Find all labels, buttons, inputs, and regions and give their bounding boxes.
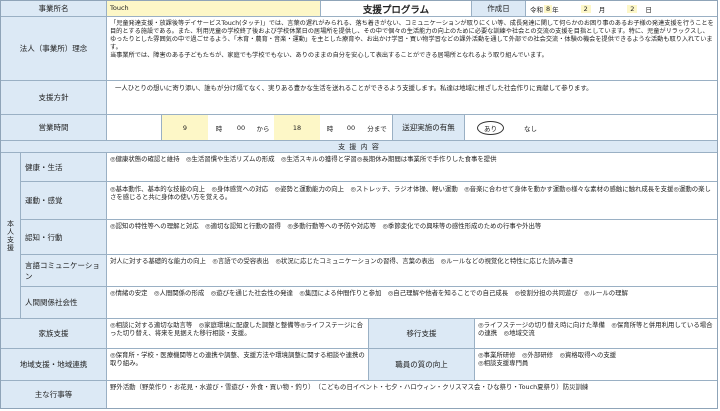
support-item-social: 人間関係社会性 ◎情緒の安定 ◎人間関係の形成 ◎遊びを通じた社会性の発達 ◎集… (21, 287, 717, 319)
year-unit: 年 (552, 5, 559, 14)
created-date: 令和 8 年 2 月 2 日 (526, 1, 717, 16)
hours-label: 営業時間 (1, 115, 107, 140)
transport-yes-option[interactable]: あり (477, 120, 504, 135)
support-item-label: 言語コミュニケーション (21, 255, 107, 286)
support-header: 支 援 内 容 (1, 141, 717, 153)
community-row: 地域支援・地域連携 ◎保育所・学校・医療機関等との連携や調整、支援方法や環境調整… (1, 349, 717, 381)
transport-label: 送迎実施の有無 (393, 115, 465, 140)
hours-row: 営業時間 9 時 00 から 18 時 00 分まで 送迎実施の有無 あり なし (1, 115, 717, 141)
support-item-motor: 運動・感覚 ◎基本動作、基本的な技能の向上 ◎身体感覚への対応 ◎姿勢と運動能力… (21, 182, 717, 220)
end-minute[interactable]: 00 (340, 115, 362, 140)
support-item-label: 健康・生活 (21, 153, 107, 181)
transition-text[interactable]: ◎ライフステージの切り替え時に向けた準備 ◎保育所等と併用利用している場合の連携… (475, 319, 717, 348)
created-label: 作成日 (472, 1, 526, 16)
office-name[interactable]: Touch (107, 1, 321, 16)
from-label: から (256, 124, 270, 133)
month-value[interactable]: 2 (580, 4, 591, 13)
hour-unit-2: 時 (326, 124, 334, 133)
family-row: 家族支援 ◎相談に対する適切な助言等 ◎家庭環境に配慮した調整と整備等◎ライフス… (1, 319, 717, 349)
support-item-text[interactable]: ◎情緒の安定 ◎人間関係の形成 ◎遊びを通じた社会性の発達 ◎集団による仲間作り… (107, 287, 717, 318)
support-item-text[interactable]: 対人に対する基礎的な能力の向上 ◎言語での受容表出 ◎状況に応じたコミュニケーシ… (107, 255, 717, 286)
support-item-label: 人間関係社会性 (21, 287, 107, 318)
start-hour[interactable]: 9 (162, 115, 208, 140)
hours-spacer (107, 115, 162, 140)
year-value[interactable]: 8 (544, 4, 553, 13)
support-item-label: 認知・行動 (21, 220, 107, 254)
transition-label: 移行支援 (369, 319, 475, 348)
support-item-language: 言語コミュニケーション 対人に対する基礎的な能力の向上 ◎言語での受容表出 ◎状… (21, 255, 717, 287)
policy-text[interactable]: 一人ひとりの想いに寄り添い、誰もが分け隔てなく、実りある豊かな生活を送れることが… (107, 81, 717, 114)
day-value[interactable]: 2 (627, 4, 638, 13)
family-label: 家族支援 (1, 319, 107, 348)
events-label: 主な行事等 (1, 381, 107, 408)
support-item-cognition: 認知・行動 ◎認知の特性等への理解と対応 ◎適切な認知と行動の習得 ◎多動行動等… (21, 220, 717, 255)
policy-row: 支援方針 一人ひとりの想いに寄り添い、誰もが分け隔てなく、実りある豊かな生活を送… (1, 81, 717, 115)
philosophy-text[interactable]: 「児童発達支援・放課後等デイサービスTouch(タッチ)」では、言葉の遅れがみら… (107, 17, 717, 80)
philosophy-row: 法人（事業所）理念 「児童発達支援・放課後等デイサービスTouch(タッチ)」で… (1, 17, 717, 81)
support-item-text[interactable]: ◎基本動作、基本的な技能の向上 ◎身体感覚への対応 ◎姿勢と運動能力の向上 ◎ス… (107, 182, 717, 219)
events-row: 主な行事等 野外活動（野菜作り・お花見・水遊び・雪遊び・外食・買い物・釣り） （… (1, 381, 717, 408)
until-label: 分まで (362, 115, 393, 140)
transport-no-option[interactable]: なし (524, 123, 537, 133)
page-title: 支援プログラム (321, 1, 472, 16)
start-minute[interactable]: 00 (230, 115, 252, 140)
staff-label: 職員の質の向上 (369, 349, 475, 380)
office-label: 事業所名 (1, 1, 107, 16)
hour-unit-1: 時 (215, 124, 223, 133)
individual-support-label: 本人支援 (1, 153, 21, 319)
family-text[interactable]: ◎相談に対する適切な助言等 ◎家庭環境に配慮した調整と整備等◎ライフステージに合… (107, 319, 369, 348)
support-item-label: 運動・感覚 (21, 182, 107, 219)
day-unit: 日 (645, 5, 652, 14)
community-label: 地域支援・地域連携 (1, 349, 107, 380)
staff-text[interactable]: ◎事業所研修 ◎外部研修 ◎資格取得への支援 ◎相談支援専門員 (475, 349, 717, 380)
end-hour[interactable]: 18 (274, 115, 320, 140)
month-unit: 月 (598, 5, 606, 14)
support-program-sheet: 事業所名 Touch 支援プログラム 作成日 令和 8 年 2 月 2 日 法人… (0, 0, 718, 409)
philosophy-label: 法人（事業所）理念 (1, 17, 107, 80)
support-item-text[interactable]: ◎健康状態の確認と維持 ◎生活習慣や生活リズムの形成 ◎生活スキルの獲得と学習◎… (107, 153, 717, 181)
header-row: 事業所名 Touch 支援プログラム 作成日 令和 8 年 2 月 2 日 (1, 1, 717, 17)
support-item-health: 健康・生活 ◎健康状態の確認と維持 ◎生活習慣や生活リズムの形成 ◎生活スキルの… (21, 153, 717, 182)
transport-options: あり なし (465, 115, 717, 140)
events-text[interactable]: 野外活動（野菜作り・お花見・水遊び・雪遊び・外食・買い物・釣り） （こどもの日イ… (107, 381, 717, 408)
policy-label: 支援方針 (1, 81, 107, 114)
era: 令和 (530, 5, 543, 14)
support-item-text[interactable]: ◎認知の特性等への理解と対応 ◎適切な認知と行動の習得 ◎多動行動等への予防や対… (107, 220, 717, 254)
community-text[interactable]: ◎保育所・学校・医療機関等との連携や調整、支援方法や環境調整に関する相談や連携の… (107, 349, 369, 380)
